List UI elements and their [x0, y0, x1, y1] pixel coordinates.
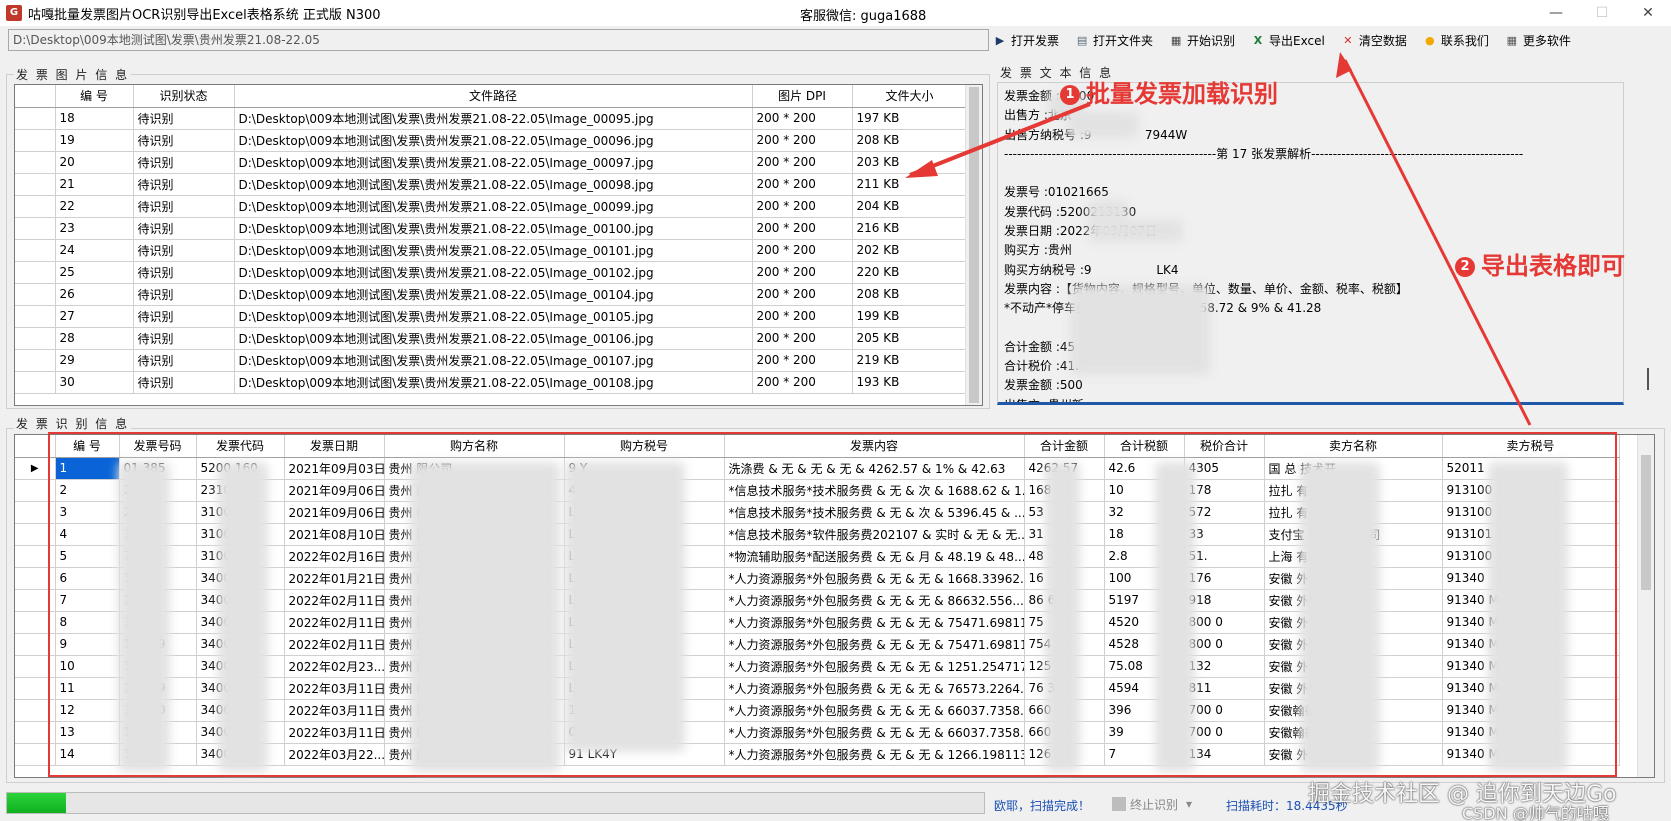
- annotation-export-text: 导出表格即可: [1481, 252, 1625, 280]
- annotation-export: 2 导出表格即可: [1455, 246, 1625, 281]
- scan-progress-bar: [6, 792, 985, 814]
- annotation-number: 1: [1060, 85, 1080, 105]
- stop-icon: [1112, 797, 1126, 811]
- annotation-load-text: 批量发票加载识别: [1086, 80, 1278, 108]
- stop-recognition-label: 终止识别: [1130, 797, 1179, 812]
- stop-recognition-button[interactable]: 终止识别 ▾: [1112, 794, 1192, 814]
- arrow-to-table: [909, 102, 1091, 177]
- arrow-head-table: [905, 160, 938, 178]
- annotation-number: 2: [1455, 257, 1475, 277]
- csdn-watermark: CSDN @帅气的咕嘎: [1462, 804, 1609, 821]
- annotation-arrows: [905, 52, 1532, 426]
- status-message: 欧耶，扫描完成！: [994, 799, 1091, 813]
- arrow-to-export: [1343, 59, 1532, 426]
- progress-fill: [7, 793, 66, 813]
- arrow-head-export: [1336, 52, 1352, 78]
- chevron-down-icon[interactable]: ▾: [1186, 797, 1192, 811]
- annotation-load: 1 批量发票加载识别: [1060, 74, 1278, 109]
